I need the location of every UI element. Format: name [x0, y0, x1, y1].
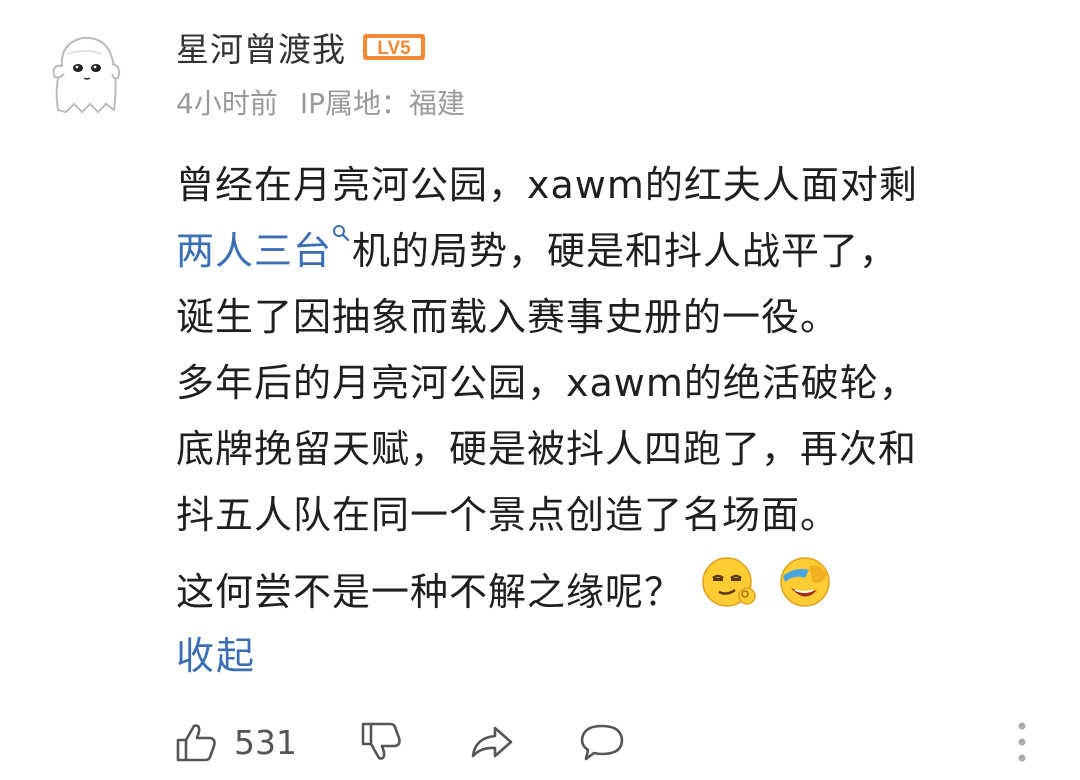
reply-button[interactable]	[577, 718, 627, 766]
more-options-button[interactable]	[1012, 718, 1032, 766]
share-button[interactable]	[467, 718, 517, 766]
search-icon	[333, 225, 350, 242]
comment-line: 多年后的月亮河公园，xawm的绝活破轮，	[176, 361, 918, 405]
more-vertical-icon	[1018, 722, 1026, 762]
like-button[interactable]: 531	[172, 718, 297, 766]
comment-line: 曾经在月亮河公园，xawm的红夫人面对剩	[176, 163, 918, 207]
comment-line: 这何尝不是一种不解之缘呢？	[176, 570, 684, 614]
comment-line: 两人三台 机的局势，硬是和抖人战平了，	[176, 218, 1056, 284]
thumbs-down-icon	[361, 722, 401, 760]
laughing-emoji-icon	[775, 552, 835, 632]
dislike-button[interactable]	[357, 718, 405, 766]
comment-bubble-icon	[580, 724, 624, 761]
comment-body: 曾经在月亮河公园，xawm的红夫人面对剩 两人三台 机的局势，硬是和抖人战平了， …	[176, 152, 1056, 548]
comment-line-text: 机的局势，硬是和抖人战平了，	[352, 229, 899, 273]
comment-last-line: 这何尝不是一种不解之缘呢？	[176, 552, 835, 632]
comment-line: 诞生了因抽象而载入赛事史册的一役。	[176, 295, 840, 339]
comment-line: 底牌挽留天赋，硬是被抖人四跑了，再次和	[176, 427, 918, 471]
ip-location: IP属地：福建	[299, 87, 465, 120]
search-link-text: 两人三台	[176, 229, 333, 273]
author-name[interactable]: 星河曾渡我	[176, 23, 346, 71]
smug-emoji-icon	[699, 552, 759, 632]
level-badge: LV5	[362, 32, 426, 62]
comment-meta: 4小时前 IP属地：福建	[176, 82, 465, 122]
thumbs-up-icon	[176, 724, 216, 762]
search-link[interactable]: 两人三台	[176, 225, 352, 273]
level-badge-text: LV5	[377, 38, 411, 59]
level-badge-icon: LV5	[363, 34, 425, 60]
avatar[interactable]	[48, 24, 122, 118]
comment-line: 抖五人队在同一个景点创造了名场面。	[176, 493, 840, 537]
action-bar: 531	[172, 712, 627, 772]
author-row: 星河曾渡我 LV5	[176, 22, 426, 72]
share-icon	[471, 726, 513, 758]
like-count: 531	[234, 722, 297, 762]
collapse-button[interactable]: 收起	[176, 626, 256, 686]
ghost-avatar-icon	[52, 36, 121, 114]
comment-card: 星河曾渡我 LV5 4小时前 IP属地：福建 曾经在月亮河公园，xawm的红夫人…	[0, 0, 1080, 780]
post-time: 4小时前	[176, 87, 278, 120]
